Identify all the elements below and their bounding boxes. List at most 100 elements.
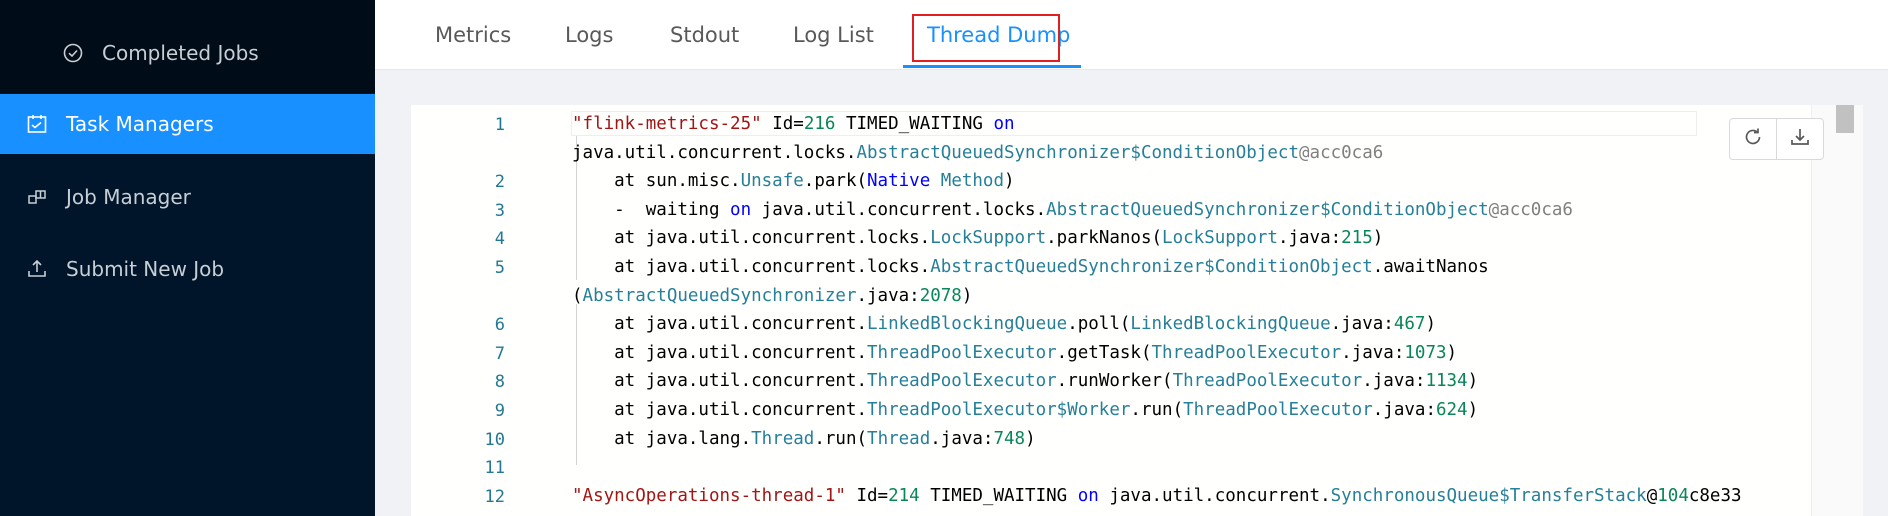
- sidebar-item-label: Task Managers: [66, 112, 214, 136]
- line-number-gutter: 1 2 3 4 5 6 7 8 9 10 11 12: [411, 105, 519, 516]
- code-token: .awaitNanos: [1372, 257, 1489, 277]
- code-token: .poll(: [1067, 314, 1131, 335]
- code-token: .java:: [1277, 228, 1342, 249]
- code-token: "AsyncOperations-thread-1": [572, 485, 846, 506]
- code-token: .parkNanos(: [1046, 228, 1163, 249]
- code-token: .java:: [1362, 371, 1426, 392]
- line-number: 1: [494, 115, 505, 135]
- code-token: at java.util.concurrent.locks.: [572, 257, 931, 277]
- code-token: ): [1467, 400, 1479, 420]
- sidebar-item-job-manager[interactable]: Job Manager: [0, 167, 375, 227]
- line-number: 6: [494, 315, 505, 336]
- code-token: LockSupport: [1162, 228, 1278, 249]
- main-content: Metrics Logs Stdout Log List Thread Dump…: [375, 0, 1888, 516]
- tab-log-list[interactable]: Log List: [793, 0, 874, 69]
- code-token: Id=: [845, 485, 889, 506]
- scrollbar-thumb[interactable]: [1836, 105, 1854, 133]
- code-token: .java:: [1372, 400, 1436, 420]
- code-token: LinkedBlockingQueue: [1130, 314, 1331, 335]
- code-token: at java.util.concurrent.: [572, 314, 868, 335]
- sidebar-item-completed-jobs[interactable]: Completed Jobs: [0, 23, 375, 83]
- code-token: AbstractQueuedSynchronizer: [582, 285, 857, 306]
- code-token: on: [730, 199, 752, 220]
- code-line: at java.util.concurrent. LinkedBlockingQu…: [572, 314, 1436, 334]
- code-token: .java:: [1330, 314, 1394, 335]
- code-line: at java.lang.Thread.run(Thread.java:748): [572, 428, 1036, 449]
- code-token: .java:: [1341, 342, 1405, 363]
- code-token: ): [1372, 228, 1384, 249]
- sidebar-item-label: Job Manager: [66, 185, 191, 209]
- line-number: 3: [494, 200, 505, 221]
- code-token: ): [961, 285, 973, 306]
- code-token: - waiting: [572, 199, 731, 220]
- code-token: Id=: [761, 114, 804, 134]
- code-token: at java.lang.: [572, 428, 752, 449]
- code-token: 624: [1435, 400, 1468, 420]
- code-token: at java.util.concurrent.: [572, 342, 868, 363]
- line-number: 2: [494, 172, 505, 193]
- code-line: "AsyncOperations-thread-1" Id=214 TIMED_…: [572, 486, 1742, 506]
- line-number: 12: [484, 486, 505, 507]
- code-token: Thread: [751, 428, 815, 449]
- line-number: 5: [494, 258, 505, 278]
- code-line: at java.util.concurrent.locks.AbstractQu…: [572, 257, 1489, 277]
- code-token: ): [1425, 314, 1436, 335]
- code-token: at java.util.concurrent.: [572, 400, 868, 420]
- code-token: ThreadPoolExecutor: [867, 371, 1057, 392]
- code-token: 2078: [919, 285, 962, 306]
- code-token: at sun.misc.: [572, 171, 741, 192]
- code-line: - waiting on java.util.concurrent.locks.…: [572, 200, 1573, 220]
- line-number: 8: [494, 372, 505, 393]
- thread-dump-editor[interactable]: 1 2 3 4 5 6 7 8 9 10 11 12 "flink-metrics-25" Id=21…: [411, 105, 1863, 516]
- line-number: 4: [494, 229, 505, 250]
- code-token: ThreadPoolExecutor: [1172, 371, 1363, 392]
- active-tab-indicator: [903, 65, 1081, 68]
- code-token: TIMED_WAITING: [835, 114, 994, 134]
- code-token: at java.util.concurrent.locks.: [572, 228, 931, 249]
- code-token: c8e33: [1688, 485, 1742, 506]
- code-line: (AbstractQueuedSynchronizer.java:2078): [572, 286, 972, 306]
- code-line: at java.util.concurrent.locks. LockSuppor…: [572, 228, 1383, 248]
- code-token: ): [1467, 371, 1479, 392]
- vertical-scrollbar[interactable]: [1811, 105, 1863, 516]
- code-token: .runWorker(: [1056, 371, 1173, 392]
- sidebar-item-task-managers[interactable]: Task Managers: [0, 94, 375, 154]
- code-token: .run(: [1130, 400, 1184, 420]
- tab-stdout[interactable]: Stdout: [670, 0, 739, 69]
- tab-metrics[interactable]: Metrics: [435, 0, 511, 69]
- reload-button[interactable]: [1730, 119, 1776, 159]
- code-token: ThreadPoolExecutor: [1151, 342, 1342, 363]
- code-token: Unsafe: [740, 171, 804, 192]
- code-token: at java.util.concurrent.: [572, 371, 868, 392]
- code-line: at java.util.concurrent.ThreadPoolExecut…: [572, 343, 1457, 363]
- code-token: AbstractQueuedSynchronizer$ConditionObje…: [856, 142, 1299, 163]
- code-token: Method: [940, 171, 1004, 192]
- code-token: .run(: [814, 428, 868, 449]
- download-button[interactable]: [1776, 119, 1823, 159]
- code-line: at java.util.concurrent. ThreadPoolExecut…: [572, 400, 1478, 420]
- code-token: ): [1025, 428, 1036, 449]
- sidebar: Completed Jobs Task Managers Job Manager…: [0, 0, 375, 516]
- schedule-icon: [26, 113, 48, 135]
- code-token: ThreadPoolExecutor: [1183, 400, 1373, 420]
- sidebar-item-submit-new-job[interactable]: Submit New Job: [0, 239, 375, 299]
- editor-actions: [1729, 118, 1824, 160]
- code-token: @: [1646, 485, 1658, 506]
- sidebar-item-label: Completed Jobs: [102, 41, 259, 65]
- code-token: 215: [1341, 228, 1373, 249]
- code-token: ThreadPoolExecutor: [867, 342, 1057, 363]
- code-token: java.util.concurrent.locks.: [572, 142, 857, 163]
- code-line: at java.util.concurrent.ThreadPoolExecut…: [572, 371, 1478, 391]
- line-number: 9: [494, 401, 505, 421]
- tab-logs[interactable]: Logs: [565, 0, 613, 69]
- code-token: .park(: [803, 171, 868, 192]
- code-token: on: [1077, 485, 1099, 506]
- line-number: 10: [484, 429, 505, 450]
- code-token: ): [1004, 171, 1015, 192]
- code-token: 467: [1393, 314, 1426, 335]
- code-token: 216: [803, 114, 836, 134]
- highlight-box: [912, 14, 1060, 62]
- code-token: Thread: [867, 428, 931, 449]
- code-token: SynchronousQueue$TransferStack: [1330, 485, 1647, 506]
